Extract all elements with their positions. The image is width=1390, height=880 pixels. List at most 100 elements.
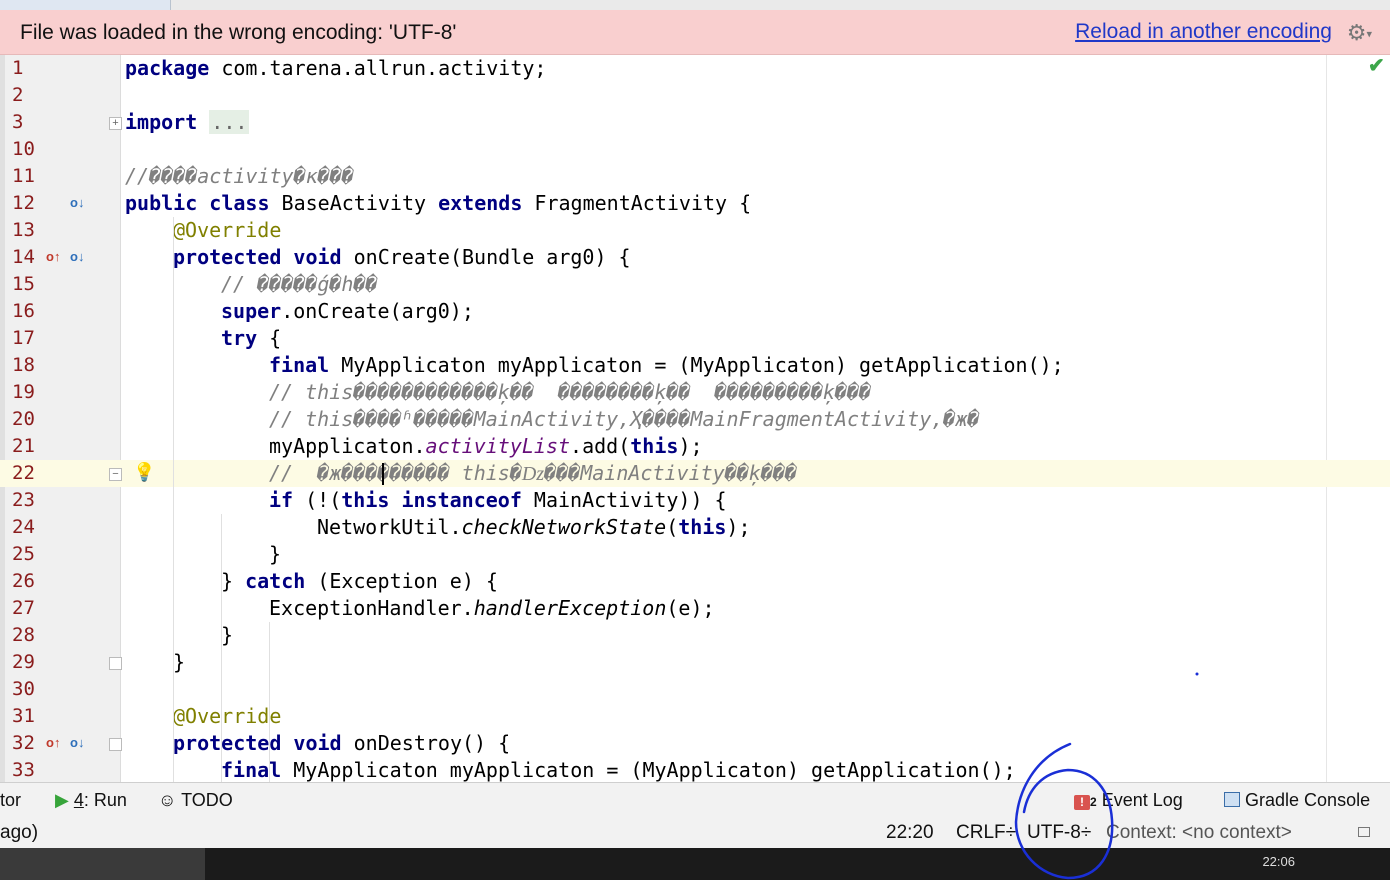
code-token: checkNetworkState bbox=[461, 515, 667, 539]
line-number[interactable]: 18 bbox=[12, 352, 42, 379]
code-text[interactable]: // this����ʱ�����MainActivity,Ҳ����MainF… bbox=[269, 406, 979, 433]
code-text[interactable]: protected void onDestroy() { bbox=[173, 730, 510, 757]
code-token: if bbox=[269, 488, 294, 512]
code-text[interactable]: //����activity�к��� bbox=[125, 163, 354, 190]
code-text[interactable]: super.onCreate(arg0); bbox=[221, 298, 474, 325]
code-text[interactable]: } bbox=[221, 622, 233, 649]
gear-icon[interactable]: ⚙▾ bbox=[1347, 20, 1372, 46]
code-line: 27 ExceptionHandler.handlerException(e); bbox=[0, 595, 1390, 622]
lightbulb-icon[interactable]: 💡 bbox=[133, 462, 155, 483]
line-number[interactable]: 20 bbox=[12, 406, 42, 433]
line-number[interactable]: 28 bbox=[12, 622, 42, 649]
line-number[interactable]: 14 bbox=[12, 244, 42, 271]
line-number[interactable]: 17 bbox=[12, 325, 42, 352]
event-log-tab[interactable]: ! 2 Event Log bbox=[1074, 790, 1183, 811]
code-text[interactable]: protected void onCreate(Bundle arg0) { bbox=[173, 244, 631, 271]
code-text[interactable]: public class BaseActivity extends Fragme… bbox=[125, 190, 751, 217]
run-tool-tab[interactable]: ▶ 4: Run bbox=[55, 790, 127, 811]
code-text[interactable]: final MyApplicaton myApplicaton = (MyApp… bbox=[221, 757, 1016, 784]
line-number[interactable]: 13 bbox=[12, 217, 42, 244]
code-text[interactable]: // this������������ķ�� ��������ķ�� �����… bbox=[269, 379, 871, 406]
todo-tool-tab[interactable]: ☺ TODO bbox=[158, 790, 233, 811]
reload-encoding-link[interactable]: Reload in another encoding bbox=[1075, 20, 1332, 44]
code-text[interactable]: } catch (Exception e) { bbox=[221, 568, 498, 595]
code-text[interactable]: @Override bbox=[173, 217, 281, 244]
code-line: 13 @Override bbox=[0, 217, 1390, 244]
lock-icon[interactable] bbox=[1358, 827, 1370, 837]
line-number[interactable]: 11 bbox=[12, 163, 42, 190]
line-number[interactable]: 3 bbox=[12, 109, 42, 136]
code-token: (!( bbox=[293, 488, 342, 512]
code-text[interactable]: // �����ǵ�һ�� bbox=[221, 271, 378, 298]
code-text[interactable]: if (!(this instanceof MainActivity)) { bbox=[269, 487, 727, 514]
code-line: 28} bbox=[0, 622, 1390, 649]
taskbar-app-segment[interactable] bbox=[0, 848, 205, 880]
line-number[interactable]: 1 bbox=[12, 55, 42, 82]
code-token: } bbox=[221, 623, 234, 647]
code-text[interactable]: package com.tarena.allrun.activity; bbox=[125, 55, 546, 82]
overrides-up-icon[interactable]: o↑ bbox=[46, 249, 60, 264]
fold-expand-icon[interactable]: + bbox=[109, 117, 122, 130]
code-token: @Override bbox=[173, 704, 282, 728]
code-text[interactable]: try { bbox=[221, 325, 281, 352]
code-text[interactable]: NetworkUtil.checkNetworkState(this); bbox=[317, 514, 751, 541]
code-token: com.tarena.allrun.activity; bbox=[209, 56, 547, 80]
code-token: (Exception e) { bbox=[305, 569, 498, 593]
file-tab[interactable] bbox=[0, 0, 171, 10]
code-token: protected void bbox=[173, 245, 342, 269]
fold-end-icon[interactable] bbox=[109, 657, 122, 670]
code-token: .onCreate(arg0); bbox=[281, 299, 474, 323]
code-line: 10 bbox=[0, 136, 1390, 163]
code-token: } bbox=[173, 650, 186, 674]
code-token: extends bbox=[438, 191, 523, 215]
code-text[interactable]: import ... bbox=[125, 109, 250, 136]
overrides-up-icon[interactable]: o↑ bbox=[46, 735, 60, 750]
editor-tool-tab[interactable]: tor bbox=[0, 790, 21, 811]
code-line: 2 bbox=[0, 82, 1390, 109]
code-line: 22 // �ж��������� this�ǲ���MainActivity��… bbox=[0, 460, 1390, 487]
line-number[interactable]: 10 bbox=[12, 136, 42, 163]
line-number[interactable]: 27 bbox=[12, 595, 42, 622]
gradle-console-label: Gradle Console bbox=[1245, 790, 1371, 810]
code-token: NetworkUtil. bbox=[317, 515, 462, 539]
line-number[interactable]: 24 bbox=[12, 514, 42, 541]
line-number[interactable]: 30 bbox=[12, 676, 42, 703]
line-number[interactable]: 16 bbox=[12, 298, 42, 325]
line-number[interactable]: 22 bbox=[12, 460, 42, 487]
code-text[interactable]: // �ж��������� this�ǲ���MainActivity��ķ�… bbox=[269, 460, 797, 487]
line-number[interactable]: 32 bbox=[12, 730, 42, 757]
line-number[interactable]: 21 bbox=[12, 433, 42, 460]
fold-collapse-icon[interactable]: − bbox=[109, 468, 122, 481]
implemented-down-icon[interactable]: o↓ bbox=[70, 195, 84, 210]
code-token: ... bbox=[209, 110, 250, 134]
line-number[interactable]: 25 bbox=[12, 541, 42, 568]
line-number[interactable]: 33 bbox=[12, 757, 42, 784]
implemented-down-icon[interactable]: o↓ bbox=[70, 249, 84, 264]
fold-collapse-icon[interactable] bbox=[109, 738, 122, 751]
line-number[interactable]: 12 bbox=[12, 190, 42, 217]
line-number[interactable]: 2 bbox=[12, 82, 42, 109]
code-token: ); bbox=[726, 515, 751, 539]
code-text[interactable]: @Override bbox=[173, 703, 281, 730]
code-text[interactable]: ExceptionHandler.handlerException(e); bbox=[269, 595, 715, 622]
code-text[interactable]: myApplicaton.activityList.add(this); bbox=[269, 433, 703, 460]
code-text[interactable]: } bbox=[269, 541, 281, 568]
code-token: { bbox=[257, 326, 282, 350]
gradle-console-tab[interactable]: Gradle Console bbox=[1224, 790, 1370, 811]
run-label: : Run bbox=[83, 790, 127, 810]
line-separator-selector[interactable]: CRLF÷ bbox=[956, 822, 1016, 844]
line-number[interactable]: 26 bbox=[12, 568, 42, 595]
line-number[interactable]: 29 bbox=[12, 649, 42, 676]
line-number[interactable]: 15 bbox=[12, 271, 42, 298]
code-text[interactable]: final MyApplicaton myApplicaton = (MyApp… bbox=[269, 352, 1064, 379]
line-number[interactable]: 23 bbox=[12, 487, 42, 514]
caret-position[interactable]: 22:20 bbox=[886, 822, 934, 844]
line-number[interactable]: 19 bbox=[12, 379, 42, 406]
code-token: } bbox=[221, 569, 246, 593]
code-editor[interactable]: ✔ 1 package com.tarena.allrun.activity; 2 3… bbox=[0, 55, 1390, 838]
code-token: package bbox=[125, 56, 210, 80]
implemented-down-icon[interactable]: o↓ bbox=[70, 735, 84, 750]
line-number[interactable]: 31 bbox=[12, 703, 42, 730]
encoding-selector[interactable]: UTF-8÷ bbox=[1027, 822, 1091, 844]
code-text[interactable]: } bbox=[173, 649, 185, 676]
